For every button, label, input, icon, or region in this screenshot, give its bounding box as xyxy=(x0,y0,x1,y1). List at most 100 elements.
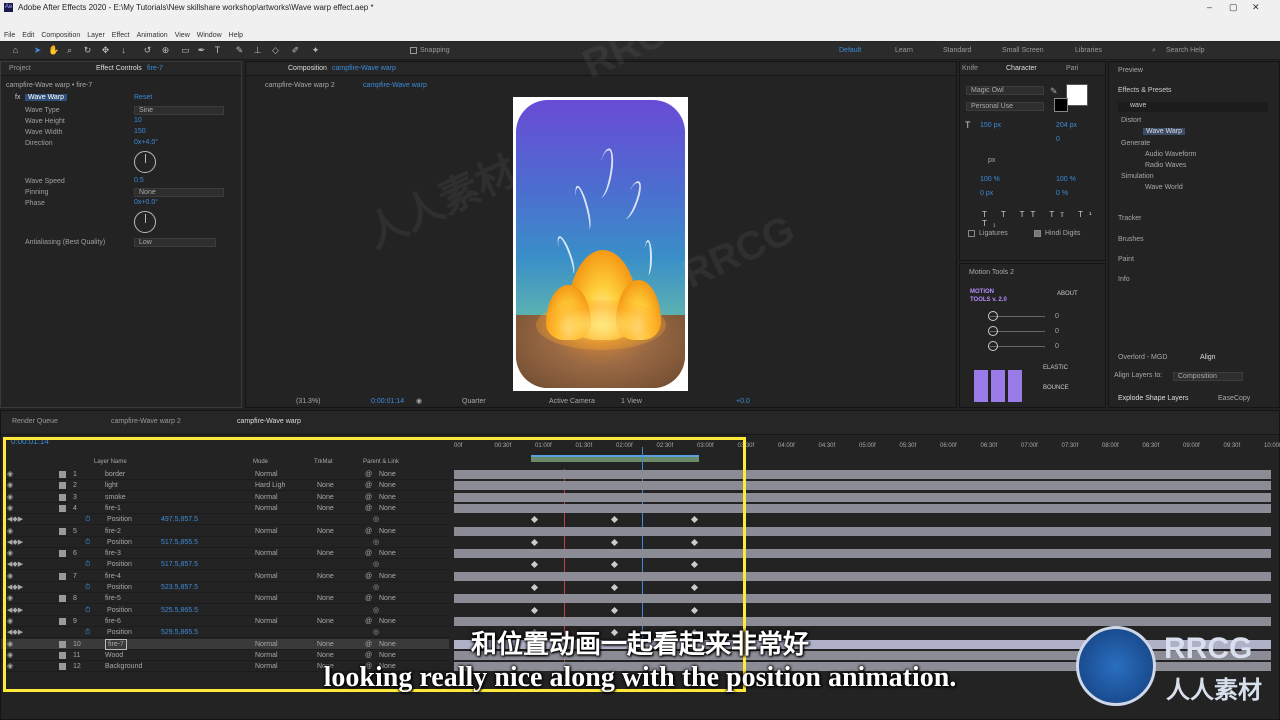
stroke-color-swatch[interactable] xyxy=(1054,98,1068,112)
menu-layer[interactable]: Layer xyxy=(87,29,105,41)
tree-generate[interactable]: Generate xyxy=(1121,140,1150,147)
menu-animation[interactable]: Animation xyxy=(137,29,168,41)
fill-color-swatch[interactable] xyxy=(1066,84,1088,106)
crumb-wave-warp-2[interactable]: campfire-Wave warp 2 xyxy=(265,82,335,89)
tree-audio-waveform[interactable]: Audio Waveform xyxy=(1145,151,1196,158)
tab-effect-controls[interactable]: Effect Controls xyxy=(96,62,142,76)
info-label[interactable]: Info xyxy=(1118,276,1130,283)
tab-pari[interactable]: Pari xyxy=(1066,62,1078,76)
puppet-tool-icon[interactable]: ✦ xyxy=(310,45,321,56)
minimize-icon[interactable]: – xyxy=(1207,0,1212,22)
close-icon[interactable]: ✕ xyxy=(1252,0,1260,22)
grid-button-icon[interactable] xyxy=(974,370,1022,402)
effects-search-input[interactable]: wave xyxy=(1118,102,1268,112)
direction-dial[interactable] xyxy=(134,151,156,173)
elastic-label[interactable]: ELASTIC xyxy=(1043,365,1068,371)
direction-value[interactable]: 0x+4.0° xyxy=(134,139,158,146)
tab-wave-warp[interactable]: campfire-Wave warp xyxy=(237,411,301,433)
hand-tool-icon[interactable]: ✋ xyxy=(48,45,59,56)
phase-value[interactable]: 0x+0.0° xyxy=(134,199,158,206)
crumb-wave-warp[interactable]: campfire-Wave warp xyxy=(363,82,427,89)
ligatures-checkbox[interactable] xyxy=(968,230,975,237)
zoom-tool-icon[interactable]: ⌕ xyxy=(64,45,75,56)
wave-height-value[interactable]: 10 xyxy=(134,117,142,124)
align-tab[interactable]: Align xyxy=(1200,354,1216,361)
leading-value[interactable]: 204 px xyxy=(1056,122,1077,129)
tree-wave-warp[interactable]: Wave Warp xyxy=(1143,128,1186,135)
slider-3[interactable] xyxy=(990,346,1045,347)
eyedropper-icon[interactable]: ✎ xyxy=(1050,86,1058,97)
effect-reset-button[interactable]: Reset xyxy=(134,94,152,101)
workspace-default[interactable]: Default xyxy=(839,47,861,54)
tree-radio-waves[interactable]: Radio Waves xyxy=(1145,162,1186,169)
slider-1[interactable] xyxy=(990,316,1045,317)
paint-label[interactable]: Paint xyxy=(1118,256,1134,263)
camera-dropdown[interactable]: Active Camera xyxy=(549,395,595,408)
tab-wave-warp-2[interactable]: campfire-Wave warp 2 xyxy=(111,411,181,433)
effect-name[interactable]: Wave Warp xyxy=(25,94,68,101)
align-to-dropdown[interactable]: Composition xyxy=(1173,372,1243,381)
slider-1-value[interactable]: 0 xyxy=(1055,313,1059,320)
maximize-icon[interactable]: ▢ xyxy=(1229,0,1238,22)
tab-knife[interactable]: Knife xyxy=(962,62,978,76)
wave-type-dropdown[interactable]: Sine xyxy=(134,106,224,115)
menu-edit[interactable]: Edit xyxy=(22,29,34,41)
font-family-dropdown[interactable]: Magic Owl xyxy=(966,86,1044,95)
exposure-value[interactable]: +0.0 xyxy=(736,395,750,408)
slider-knob-icon[interactable] xyxy=(988,311,998,321)
workspace-libraries[interactable]: Libraries xyxy=(1075,47,1102,54)
tab-comp-name[interactable]: campfire-Wave warp xyxy=(332,62,396,76)
tsume-value[interactable]: 0 % xyxy=(1056,190,1068,197)
rectangle-tool-icon[interactable]: ▭ xyxy=(180,45,191,56)
tree-wave-world[interactable]: Wave World xyxy=(1145,184,1183,191)
pan-tool-icon[interactable]: ✥ xyxy=(100,45,111,56)
tree-simulation[interactable]: Simulation xyxy=(1121,173,1154,180)
rotation-tool-icon[interactable]: ↺ xyxy=(142,45,153,56)
workspace-small-screen[interactable]: Small Screen xyxy=(1002,47,1044,54)
tab-composition[interactable]: Composition xyxy=(288,62,327,76)
antialiasing-dropdown[interactable]: Low xyxy=(134,238,216,247)
clone-stamp-icon[interactable]: ⊥ xyxy=(252,45,263,56)
snapping-checkbox[interactable] xyxy=(410,47,417,54)
resolution-dropdown[interactable]: Quarter xyxy=(462,395,486,408)
search-help-input[interactable]: Search Help xyxy=(1166,47,1205,54)
tab-project[interactable]: Project xyxy=(9,65,31,72)
tree-distort[interactable]: Distort xyxy=(1121,117,1141,124)
about-button[interactable]: ABOUT xyxy=(1057,291,1078,297)
anchor-tool-icon[interactable]: ⊕ xyxy=(160,45,171,56)
font-size-value[interactable]: 150 px xyxy=(980,122,1001,129)
explode-shape-layers-tab[interactable]: Explode Shape Layers xyxy=(1118,395,1188,402)
menu-help[interactable]: Help xyxy=(229,29,243,41)
text-style-buttons[interactable]: T T TT Tт T¹ T₁ xyxy=(982,210,1105,228)
dolly-tool-icon[interactable]: ↓ xyxy=(118,45,129,56)
tracking-value[interactable]: 0 xyxy=(1056,136,1060,143)
menu-file[interactable]: File xyxy=(4,29,15,41)
current-time[interactable]: 0:00:01:14 xyxy=(371,395,404,408)
menu-view[interactable]: View xyxy=(175,29,190,41)
menu-effect[interactable]: Effect xyxy=(112,29,130,41)
menu-composition[interactable]: Composition xyxy=(41,29,80,41)
workspace-learn[interactable]: Learn xyxy=(895,47,913,54)
roto-brush-icon[interactable]: ✐ xyxy=(290,45,301,56)
brushes-label[interactable]: Brushes xyxy=(1118,236,1144,243)
preview-label[interactable]: Preview xyxy=(1118,67,1143,74)
horizontal-scale-value[interactable]: 100 % xyxy=(1056,176,1076,183)
menu-window[interactable]: Window xyxy=(197,29,222,41)
bounce-label[interactable]: BOUNCE xyxy=(1043,385,1069,391)
views-dropdown[interactable]: 1 View xyxy=(621,395,642,408)
units-dropdown[interactable]: px xyxy=(988,157,995,164)
wave-speed-value[interactable]: 0.5 xyxy=(134,177,144,184)
slider-2[interactable] xyxy=(990,331,1045,332)
hindi-digits-checkbox[interactable] xyxy=(1034,230,1041,237)
overlord-tab[interactable]: Overlord - MGD xyxy=(1118,354,1167,361)
slider-2-value[interactable]: 0 xyxy=(1055,328,1059,335)
selection-tool-icon[interactable]: ➤ xyxy=(32,45,43,56)
eraser-tool-icon[interactable]: ◇ xyxy=(270,45,281,56)
baseline-value[interactable]: 0 px xyxy=(980,190,993,197)
type-tool-icon[interactable]: T xyxy=(212,45,223,56)
brush-tool-icon[interactable]: ✎ xyxy=(234,45,245,56)
orbit-tool-icon[interactable]: ↻ xyxy=(82,45,93,56)
phase-dial[interactable] xyxy=(134,211,156,233)
tracker-label[interactable]: Tracker xyxy=(1118,215,1141,222)
slider-3-value[interactable]: 0 xyxy=(1055,343,1059,350)
